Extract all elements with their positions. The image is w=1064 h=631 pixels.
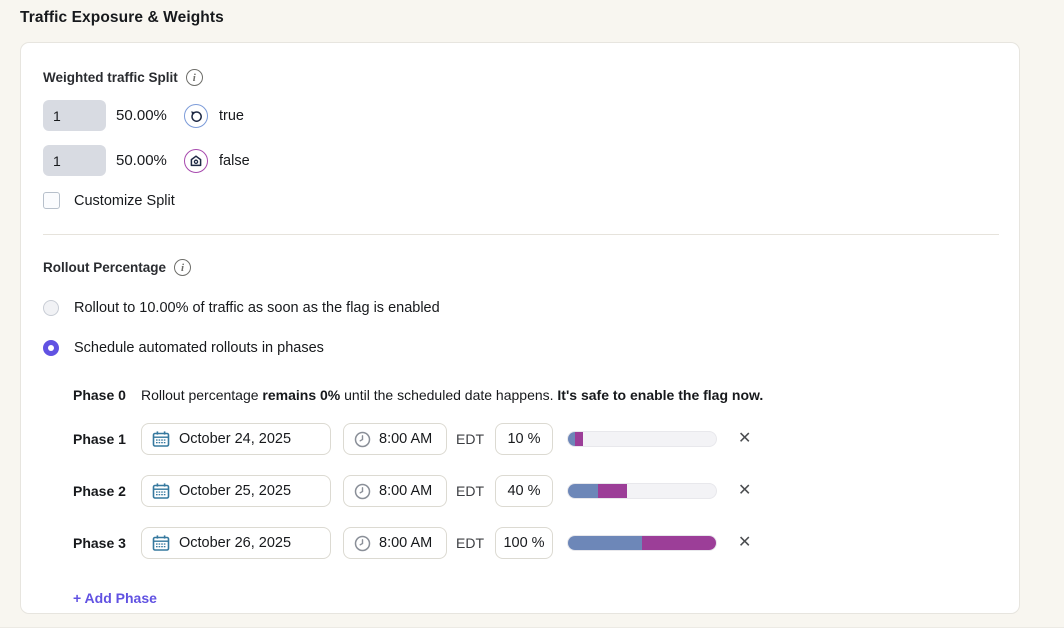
split-row-false: 50.00% false xyxy=(43,145,997,176)
section-divider xyxy=(43,234,999,235)
radio-label-immediate: Rollout to 10.00% of traffic as soon as … xyxy=(74,300,440,316)
variation-label-false: false xyxy=(219,153,250,169)
radio-label-scheduled: Schedule automated rollouts in phases xyxy=(74,340,324,356)
percent-input[interactable]: 100 % xyxy=(495,527,553,559)
rollout-percentage-label: Rollout Percentage xyxy=(43,260,166,275)
percent-input[interactable]: 10 % xyxy=(495,423,553,455)
rollout-progress-bar xyxy=(567,535,717,551)
phase-0-label: Phase 0 xyxy=(73,387,141,403)
phase-0-row: Phase 0 Rollout percentage remains 0% un… xyxy=(73,387,997,403)
phase-3-label: Phase 3 xyxy=(73,535,141,551)
timezone-label: EDT xyxy=(456,535,485,551)
customize-split-label: Customize Split xyxy=(74,193,175,209)
split-percent-false: 50.00% xyxy=(116,152,182,169)
clock-icon xyxy=(354,483,371,500)
time-input[interactable]: 8:00 AM xyxy=(343,423,447,455)
split-row-true: 50.00% true xyxy=(43,100,997,131)
page-title: Traffic Exposure & Weights xyxy=(20,9,224,27)
remove-phase-button[interactable]: ✕ xyxy=(738,431,751,447)
percent-input[interactable]: 40 % xyxy=(495,475,553,507)
variation-label-true: true xyxy=(219,108,244,124)
next-card-edge xyxy=(0,627,1064,631)
weight-input-true[interactable] xyxy=(43,100,106,131)
time-input[interactable]: 8:00 AM xyxy=(343,527,447,559)
split-percent-true: 50.00% xyxy=(116,107,182,124)
remove-phase-button[interactable]: ✕ xyxy=(738,483,751,499)
rollout-progress-bar xyxy=(567,431,717,447)
percent-value: 100 % xyxy=(503,535,544,551)
variation-circle-icon xyxy=(184,104,208,128)
date-value: October 25, 2025 xyxy=(179,483,291,499)
customize-split-checkbox[interactable] xyxy=(43,192,60,209)
phase-3-row: Phase 3 October 26, 2025 8:00 AM EDT 100… xyxy=(73,527,997,559)
radio-rollout-immediate[interactable] xyxy=(43,300,59,316)
time-value: 8:00 AM xyxy=(379,431,432,447)
phase-1-row: Phase 1 October 24, 2025 8:00 AM EDT 10 … xyxy=(73,423,997,455)
date-input[interactable]: October 25, 2025 xyxy=(141,475,331,507)
phase-2-row: Phase 2 October 25, 2025 8:00 AM EDT 40 … xyxy=(73,475,997,507)
date-input[interactable]: October 26, 2025 xyxy=(141,527,331,559)
date-input[interactable]: October 24, 2025 xyxy=(141,423,331,455)
timezone-label: EDT xyxy=(456,431,485,447)
percent-value: 10 % xyxy=(507,431,540,447)
rollout-progress-bar xyxy=(567,483,717,499)
calendar-icon xyxy=(152,430,170,448)
traffic-exposure-card: Weighted traffic Split i 50.00% true 50.… xyxy=(20,42,1020,614)
time-input[interactable]: 8:00 AM xyxy=(343,475,447,507)
time-value: 8:00 AM xyxy=(379,535,432,551)
radio-rollout-scheduled[interactable] xyxy=(43,340,59,356)
remove-phase-button[interactable]: ✕ xyxy=(738,535,751,551)
phase-2-label: Phase 2 xyxy=(73,483,141,499)
clock-icon xyxy=(354,431,371,448)
time-value: 8:00 AM xyxy=(379,483,432,499)
percent-value: 40 % xyxy=(507,483,540,499)
calendar-icon xyxy=(152,534,170,552)
info-icon[interactable]: i xyxy=(174,259,191,276)
add-phase-button[interactable]: + Add Phase xyxy=(73,590,157,606)
calendar-icon xyxy=(152,482,170,500)
weight-input-false[interactable] xyxy=(43,145,106,176)
weighted-split-label: Weighted traffic Split xyxy=(43,70,178,85)
info-icon[interactable]: i xyxy=(186,69,203,86)
phase-1-label: Phase 1 xyxy=(73,431,141,447)
clock-icon xyxy=(354,535,371,552)
timezone-label: EDT xyxy=(456,483,485,499)
date-value: October 26, 2025 xyxy=(179,535,291,551)
date-value: October 24, 2025 xyxy=(179,431,291,447)
home-icon xyxy=(184,149,208,173)
phase-0-text: Rollout percentage remains 0% until the … xyxy=(141,387,763,403)
